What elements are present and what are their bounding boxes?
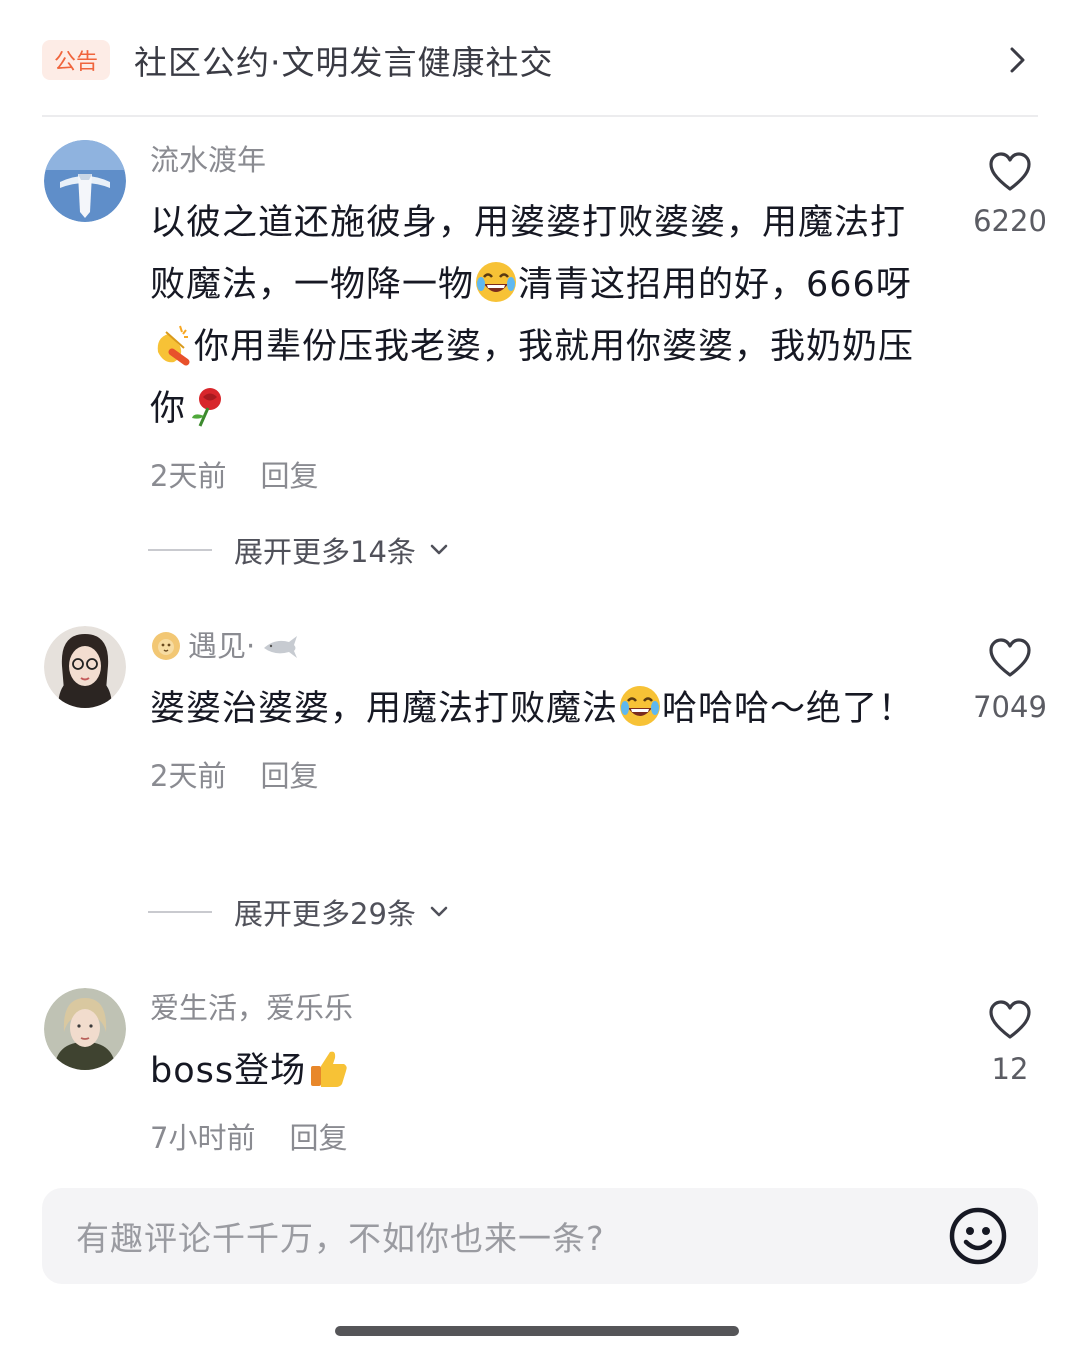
lion-badge-icon (152, 632, 180, 660)
comment-body: 爱生活，爱乐乐 boss登场 7小时前 回复 (150, 988, 940, 1156)
expand-line (148, 911, 212, 913)
comments-page: 公告 社区公约·文明发言健康社交 流水渡年 以彼之道还施彼身，用婆婆打败婆婆，用… (0, 0, 1080, 1352)
avatar[interactable] (44, 140, 126, 222)
laughing-tears-icon (620, 686, 661, 726)
username[interactable]: 流水渡年 (150, 140, 940, 180)
comment-meta: 7小时前 回复 (150, 1116, 940, 1156)
comment-text: boss登场 (150, 1040, 940, 1102)
comment-text-part: 哈哈哈～绝了！ (662, 689, 915, 729)
expand-replies-button[interactable]: 展开更多29条 (148, 892, 452, 932)
comment-body: 遇见· 婆婆治婆婆，用魔法打败魔法 哈哈哈～绝了！ 2天前 回复 (150, 626, 940, 794)
chevron-down-icon (430, 544, 448, 555)
comment-body: 流水渡年 以彼之道还施彼身，用婆婆打败婆婆，用魔法打败魔法，一物降一物 清青这招用… (150, 140, 940, 494)
thumbs-up-icon (311, 1051, 347, 1087)
home-indicator[interactable] (335, 1326, 739, 1336)
like-count: 7049 (973, 690, 1047, 724)
expand-line (148, 549, 212, 551)
clapping-hands-icon (157, 325, 190, 366)
emoji-picker-icon[interactable] (948, 1206, 1008, 1266)
reply-button[interactable]: 回复 (260, 453, 318, 495)
avatar[interactable] (44, 626, 126, 708)
comment-text-part: boss登场 (150, 1051, 307, 1091)
like-button[interactable]: 6220 (960, 152, 1060, 238)
comment-time: 2天前 (150, 459, 227, 493)
comment-text: 以彼之道还施彼身，用婆婆打败婆婆，用魔法打败魔法，一物降一物 清青这招用的好，66… (150, 192, 940, 440)
expand-label: 展开更多29条 (234, 897, 416, 931)
heart-icon (989, 638, 1031, 677)
username-text: 遇见· (188, 629, 256, 663)
comment-input-bar[interactable]: 有趣评论千千万，不如你也来一条? (42, 1188, 1038, 1284)
reply-button[interactable]: 回复 (289, 1115, 347, 1157)
comment-text-part: 婆婆治婆婆，用魔法打败魔法 (150, 689, 619, 729)
like-button[interactable]: 12 (960, 1000, 1060, 1086)
community-notice-bar[interactable]: 公告 社区公约·文明发言健康社交 (42, 20, 1038, 100)
username[interactable]: 遇见· (150, 626, 940, 666)
username[interactable]: 爱生活，爱乐乐 (150, 988, 940, 1028)
avatar[interactable] (44, 988, 126, 1070)
reply-button[interactable]: 回复 (260, 753, 318, 795)
shark-badge-icon (264, 636, 298, 658)
like-button[interactable]: 7049 (960, 638, 1060, 724)
comment-meta: 2天前 回复 (150, 754, 940, 794)
chevron-right-icon[interactable] (998, 40, 1038, 80)
rose-icon (192, 388, 222, 427)
divider (42, 115, 1038, 117)
heart-icon (989, 1000, 1031, 1039)
comment-time: 2天前 (150, 759, 227, 793)
expand-replies-button[interactable]: 展开更多14条 (148, 530, 452, 570)
laughing-tears-icon (476, 262, 517, 302)
comment-text-part: 清青这招用的好，666呀 (518, 265, 912, 305)
like-count: 6220 (973, 204, 1047, 238)
comment-text-part: 你用辈份压我老婆，我就用你婆婆，我奶奶压你 (150, 327, 915, 429)
comment-input-placeholder[interactable]: 有趣评论千千万，不如你也来一条? (76, 1212, 948, 1260)
comment-time: 7小时前 (150, 1121, 256, 1155)
notice-text: 社区公约·文明发言健康社交 (134, 43, 554, 82)
comment-meta: 2天前 回复 (150, 454, 940, 494)
heart-icon (989, 152, 1031, 191)
comment-text: 婆婆治婆婆，用魔法打败魔法 哈哈哈～绝了！ (150, 678, 940, 740)
notice-badge: 公告 (42, 40, 110, 80)
like-count: 12 (991, 1052, 1029, 1086)
expand-label: 展开更多14条 (234, 535, 416, 569)
chevron-down-icon (430, 906, 448, 917)
